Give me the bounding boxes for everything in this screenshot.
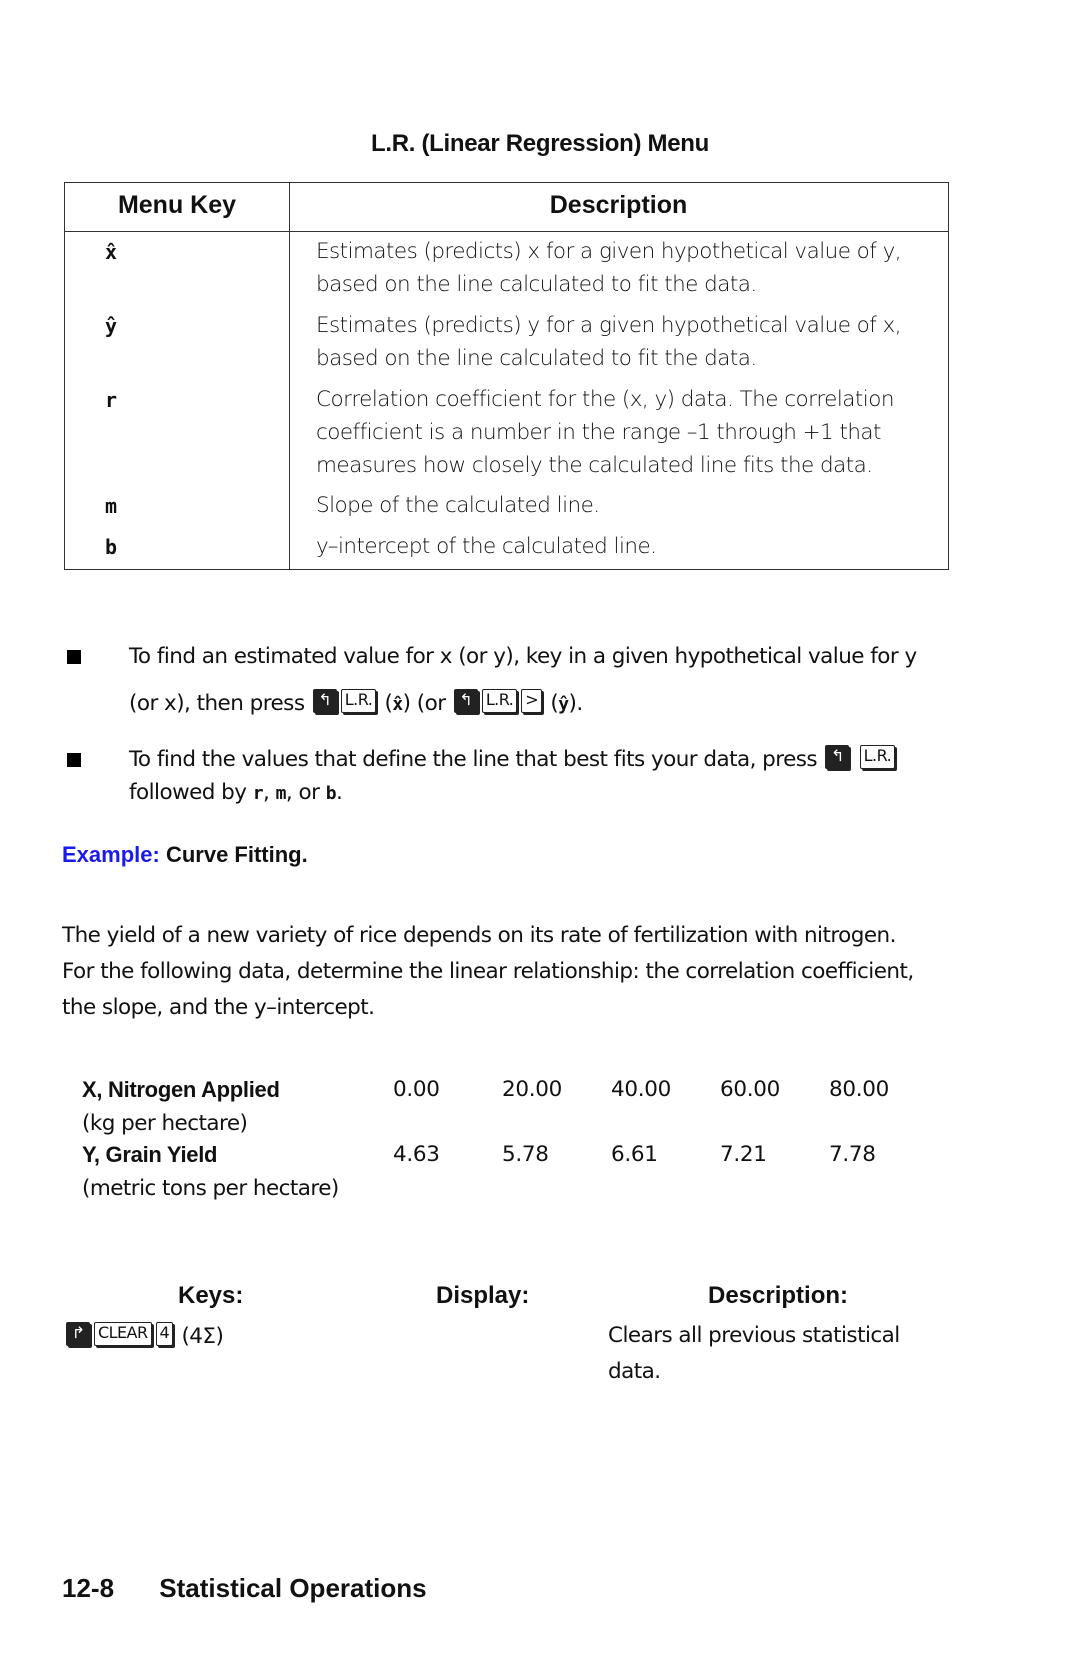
bullet-icon [67,753,81,767]
left-shift-key: ↰ [453,689,478,713]
row-description: Slope of the calculated line. [316,493,600,518]
example-title: Curve Fitting. [165,842,308,867]
y-unit: (metric tons per hectare) [82,1176,339,1201]
left-shift-key: ↰ [312,689,337,713]
b-glyph: b [325,783,337,804]
bullet-text-line-values: To find the values that define the line … [129,743,959,810]
y-value: 7.78 [829,1142,876,1167]
y-value: 6.61 [611,1142,658,1167]
menu-key-y-hat: ŷ [105,314,118,338]
y-hat-glyph: ŷ [558,694,569,715]
r-glyph: r [252,783,264,804]
description-header: Description: [708,1282,849,1309]
x-value: 40.00 [611,1077,672,1102]
row-description: y–intercept of the calculated line. [316,534,657,559]
x-value: 80.00 [829,1077,890,1102]
y-label: Y, Grain Yield [82,1142,218,1167]
y-value: 7.21 [720,1142,767,1167]
example-intro: The yield of a new variety of rice depen… [62,923,914,1020]
display-header: Display: [436,1282,530,1309]
menu-key-b: b [105,535,118,559]
left-shift-key: ↰ [825,745,850,769]
x-value: 20.00 [502,1077,563,1102]
lr-key: L.R. [481,689,518,713]
column-header-menu-key: Menu Key [117,191,237,219]
page-number: 12-8 [62,1573,115,1603]
m-glyph: m [275,783,287,804]
column-divider [289,183,290,569]
row-description: Estimates (predicts) y for a given hypot… [316,313,902,371]
x-label: X, Nitrogen Applied [82,1077,280,1102]
lr-key: L.R. [340,689,377,713]
menu-key-m: m [105,494,118,518]
right-shift-key: ↱ [66,1322,90,1346]
column-header-description: Description [549,191,688,219]
x-hat-glyph: x̂ [392,694,403,715]
bullet-icon [67,650,81,664]
section-title: Statistical Operations [159,1573,427,1603]
x-value: 0.00 [393,1077,440,1102]
clear-key: CLEAR [94,1322,152,1346]
step-description: Clears all previous statistical data. [608,1323,900,1384]
bullet-text-estimate: To find an estimated value for x (or y),… [129,644,917,716]
example-label: Example: [62,842,160,867]
keys-header: Keys: [178,1282,244,1309]
next-key: > [521,689,543,713]
example-heading: Example: Curve Fitting. [62,842,308,868]
lr-key: L.R. [859,745,896,769]
row-description: Correlation coefficient for the (x, y) d… [316,387,894,478]
y-value: 5.78 [502,1142,549,1167]
step-keys: ↱ CLEAR 4 (4Σ) [64,1320,224,1353]
menu-reference: (4Σ) [181,1324,224,1349]
menu-key-x-hat: x̂ [105,240,118,264]
x-unit: (kg per hectare) [82,1111,248,1136]
lr-menu-table: Menu Key Description x̂ Estimates (predi… [64,182,949,570]
page-footer: 12-8 Statistical Operations [62,1573,427,1604]
table-title: L.R. (Linear Regression) Menu [370,130,709,157]
header-divider [65,231,948,232]
four-key: 4 [155,1322,174,1346]
row-description: Estimates (predicts) x for a given hypot… [316,239,902,297]
y-value: 4.63 [393,1142,440,1167]
x-value: 60.00 [720,1077,781,1102]
menu-key-r: r [105,388,118,412]
